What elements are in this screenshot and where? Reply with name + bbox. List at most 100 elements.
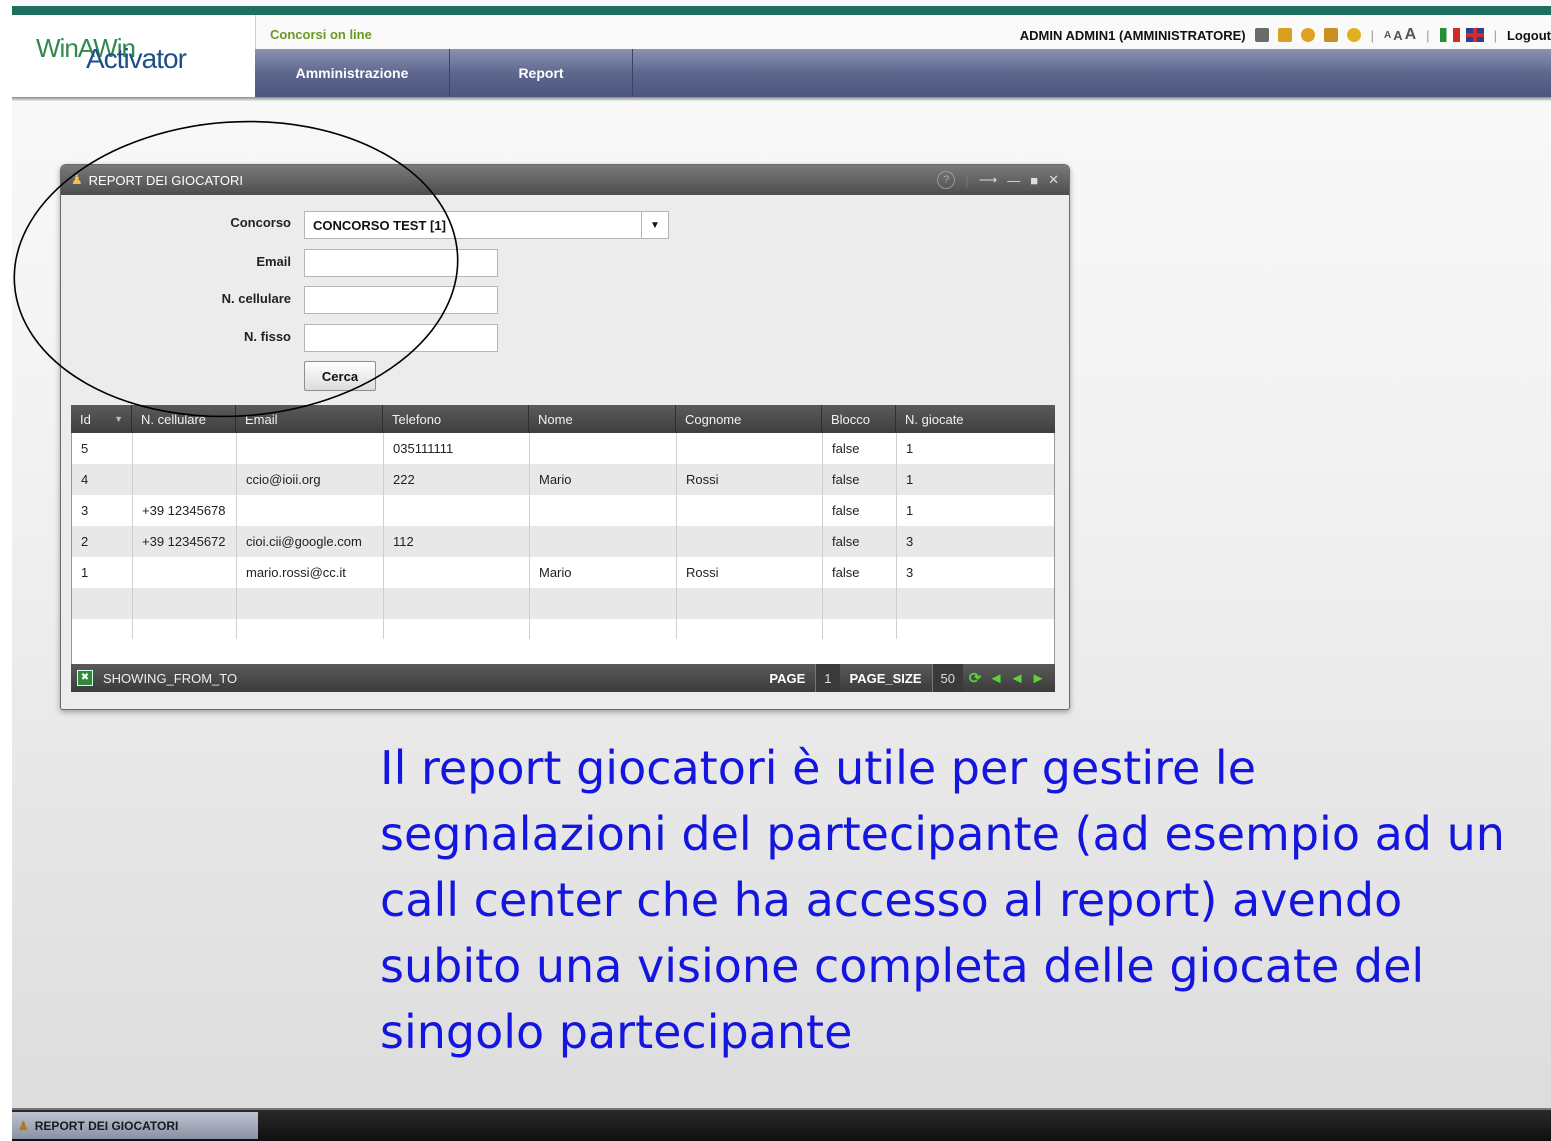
window-help-icon[interactable]: ? (937, 171, 956, 189)
cell-nome: Mario (530, 464, 677, 495)
column-header-email[interactable]: Email (236, 405, 383, 433)
page-size-input[interactable]: 50 (931, 664, 963, 692)
cell-email: mario.rossi@cc.it (237, 557, 384, 588)
table-row[interactable]: 5 035111111 false 1 (72, 433, 1054, 464)
column-header-giocate[interactable]: N. giocate (896, 405, 1055, 433)
concorso-label: Concorso (230, 215, 291, 230)
window-controls: ? | ⟶ — ■ ✕ (937, 171, 1059, 189)
empty-cell (530, 588, 677, 619)
concorso-select[interactable]: CONCORSO TEST [1] ▼ (304, 211, 669, 239)
empty-cell (237, 619, 384, 639)
window-title: REPORT DEI GIOCATORI (88, 172, 243, 188)
cell-email: ccio@ioii.org (237, 464, 384, 495)
cell-email (237, 495, 384, 526)
italian-flag-icon[interactable] (1439, 28, 1460, 42)
table-row[interactable]: 4 ccio@ioii.org 222 Mario Rossi false 1 (72, 464, 1054, 495)
print-icon[interactable] (1254, 28, 1269, 42)
minimize-icon[interactable]: — (1007, 173, 1020, 188)
taskbar-item-report[interactable]: ♟ REPORT DEI GIOCATORI (12, 1112, 258, 1139)
cell-nome (530, 433, 677, 464)
cell-giocate: 1 (906, 441, 914, 456)
maximize-icon[interactable]: ■ (1030, 173, 1038, 188)
cellulare-field[interactable] (304, 286, 498, 314)
cell-telefono (384, 495, 530, 526)
next-page-icon[interactable]: ► (1029, 670, 1047, 687)
column-header-blocco[interactable]: Blocco (822, 405, 896, 433)
table-row[interactable]: 3 +39 12345678 false 1 (72, 495, 1054, 526)
table-row[interactable]: 1 mario.rossi@cc.it Mario Rossi false 3 (72, 557, 1054, 588)
chevron-down-icon[interactable]: ▼ (641, 212, 668, 238)
help-icon[interactable] (1346, 28, 1361, 42)
settings-icon[interactable] (1300, 28, 1315, 42)
app-frame: WinAWin Activator Concorsi on line ADMIN… (12, 0, 1551, 1141)
font-size-medium-label: A (1393, 27, 1403, 43)
empty-cell (823, 619, 897, 639)
empty-cell (384, 588, 530, 619)
empty-cell (897, 588, 1054, 619)
cell-id: 1 (72, 557, 133, 588)
user-toolbar: ADMIN ADMIN1 (AMMINISTRATORE) | A A A | … (1020, 24, 1551, 46)
column-header-cognome[interactable]: Cognome (676, 405, 822, 433)
empty-cell (677, 619, 823, 639)
fisso-field[interactable] (304, 324, 498, 352)
empty-cell (823, 588, 897, 619)
cell-giocate: 3 (906, 565, 914, 580)
cell-id: 2 (72, 526, 133, 557)
report-window: ♟ REPORT DEI GIOCATORI ? | ⟶ — ■ ✕ Conco… (60, 164, 1070, 710)
windows-icon[interactable] (1323, 28, 1338, 42)
font-size-large-button[interactable]: A (1405, 26, 1417, 44)
close-icon[interactable]: ✕ (1048, 172, 1059, 188)
cell-cognome (677, 433, 823, 464)
cell-giocate: 1 (906, 503, 914, 518)
first-page-icon[interactable]: ◄ (987, 670, 1005, 687)
tab-amministrazione[interactable]: Amministrazione (255, 49, 450, 97)
excel-export-icon[interactable]: ✖ (77, 670, 93, 686)
email-field[interactable] (304, 249, 498, 277)
table-row[interactable]: 2 +39 12345672 cioi.cii@google.com 112 f… (72, 526, 1054, 557)
cell-giocate: 3 (906, 534, 914, 549)
concorso-selected-value: CONCORSO TEST [1] (313, 217, 446, 233)
cell-blocco: false (823, 464, 897, 495)
players-grid: Id ▼ N. cellulare Email Telefono Nome Cog… (71, 405, 1055, 692)
save-icon[interactable] (1277, 28, 1292, 42)
cell-id: 5 (72, 433, 133, 464)
cell-cellulare (133, 557, 237, 588)
paging-status: SHOWING_FROM_TO (103, 670, 238, 686)
concorsi-online-link[interactable]: Concorsi on line (270, 27, 372, 42)
column-header-cellulare[interactable]: N. cellulare (132, 405, 236, 433)
separator: | (965, 172, 969, 188)
previous-page-icon[interactable]: ◄ (1008, 670, 1026, 687)
cell-email: cioi.cii@google.com (237, 526, 384, 557)
cell-blocco: false (823, 495, 897, 526)
english-flag-icon[interactable] (1465, 28, 1484, 42)
column-header-id[interactable]: Id ▼ (71, 405, 132, 433)
page-input[interactable]: 1 (815, 664, 840, 692)
grid-footer: ✖ SHOWING_FROM_TO PAGE 1 PAGE_SIZE 50 ⟳ … (71, 664, 1055, 692)
logo[interactable]: WinAWin Activator (12, 15, 256, 97)
column-header-nome[interactable]: Nome (529, 405, 676, 433)
cell-blocco: false (823, 433, 897, 464)
window-titlebar[interactable]: ♟ REPORT DEI GIOCATORI ? | ⟶ — ■ ✕ (61, 165, 1069, 195)
search-button[interactable]: Cerca (304, 361, 376, 391)
cell-email (237, 433, 384, 464)
separator: | (1370, 27, 1374, 43)
font-size-medium-button[interactable]: A (1393, 28, 1402, 43)
empty-row (72, 619, 1054, 639)
pin-icon[interactable]: ⟶ (979, 172, 998, 188)
empty-cell (72, 588, 133, 619)
logout-link[interactable]: Logout (1507, 28, 1551, 43)
column-header-telefono[interactable]: Telefono (383, 405, 529, 433)
refresh-icon[interactable]: ⟳ (966, 670, 984, 687)
cell-telefono: 222 (384, 464, 530, 495)
empty-cell (897, 619, 1054, 639)
empty-cell (530, 619, 677, 639)
cellulare-label: N. cellulare (221, 291, 291, 306)
grid-header: Id ▼ N. cellulare Email Telefono Nome Cog… (71, 405, 1055, 433)
font-size-small-button[interactable]: A (1384, 30, 1391, 41)
cell-nome (530, 526, 677, 557)
cell-cellulare: +39 12345678 (133, 495, 237, 526)
empty-cell (133, 619, 237, 639)
tab-report[interactable]: Report (450, 49, 633, 97)
user-icon: ♟ (71, 172, 83, 187)
top-stripe (12, 6, 1551, 15)
